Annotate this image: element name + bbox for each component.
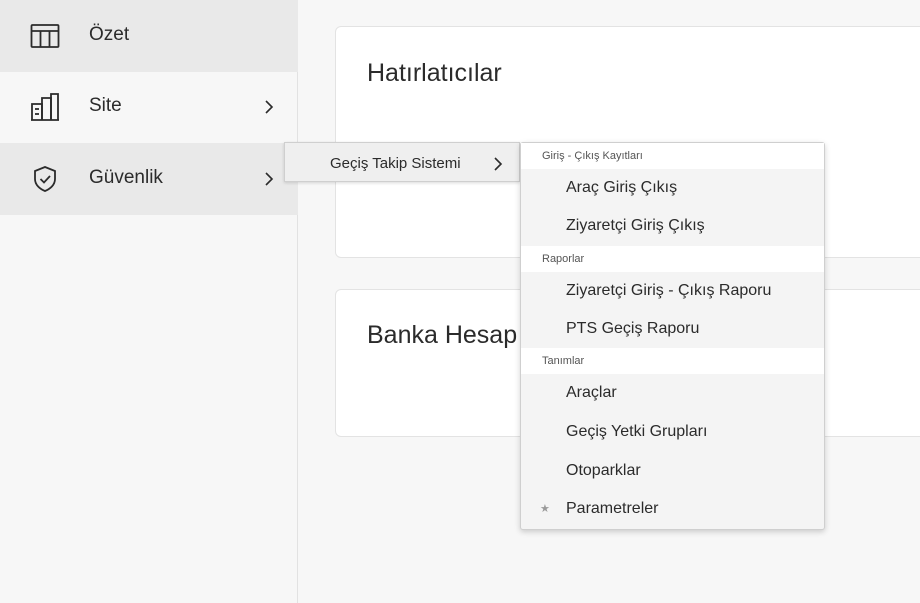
menu-item-otoparklar[interactable]: Otoparklar — [521, 452, 824, 490]
card-title: Hatırlatıcılar — [367, 59, 502, 87]
flyout-submenu[interactable]: Geçiş Takip Sistemi — [284, 142, 520, 182]
table-icon — [30, 21, 60, 51]
sidebar-item-label: Site — [89, 95, 122, 116]
menu-item-parametreler[interactable]: ★ Parametreler — [521, 490, 824, 528]
menu-item-arac-giris-cikis[interactable]: Araç Giriş Çıkış — [521, 169, 824, 207]
shield-check-icon — [30, 164, 60, 194]
chevron-right-icon — [262, 170, 276, 188]
menu-item-ziyaretci-giris-cikis[interactable]: Ziyaretçi Giriş Çıkış — [521, 207, 824, 245]
sidebar-item-guvenlik[interactable]: Güvenlik — [0, 143, 298, 215]
menu-item-ziyaretci-rapor[interactable]: Ziyaretçi Giriş - Çıkış Raporu — [521, 272, 824, 310]
group-header: Giriş - Çıkış Kayıtları — [521, 143, 824, 169]
group-header: Tanımlar — [521, 348, 824, 374]
chevron-right-icon — [493, 156, 505, 172]
menu-item-pts-gecis-raporu[interactable]: PTS Geçiş Raporu — [521, 310, 824, 348]
menu-item-label: Parametreler — [566, 500, 659, 517]
sidebar-item-label: Özet — [89, 24, 130, 45]
group-header: Raporlar — [521, 246, 824, 272]
flyout-menu: Giriş - Çıkış Kayıtları Araç Giriş Çıkış… — [520, 142, 825, 530]
star-icon: ★ — [540, 503, 550, 515]
chevron-right-icon — [262, 98, 276, 116]
sidebar-item-site[interactable]: Site — [0, 71, 298, 143]
sidebar-item-label: Güvenlik — [89, 167, 163, 188]
sidebar: Özet Site Güvenlik — [0, 0, 298, 603]
menu-item-gecis-takip-sistemi[interactable]: Geçiş Takip Sistemi — [330, 155, 461, 172]
menu-item-gecis-yetki-gruplari[interactable]: Geçiş Yetki Grupları — [521, 413, 824, 451]
menu-item-araclar[interactable]: Araçlar — [521, 374, 824, 412]
sidebar-item-ozet[interactable]: Özet — [0, 0, 298, 72]
card-title: Banka Hesap — [367, 321, 518, 349]
building-icon — [30, 92, 60, 122]
